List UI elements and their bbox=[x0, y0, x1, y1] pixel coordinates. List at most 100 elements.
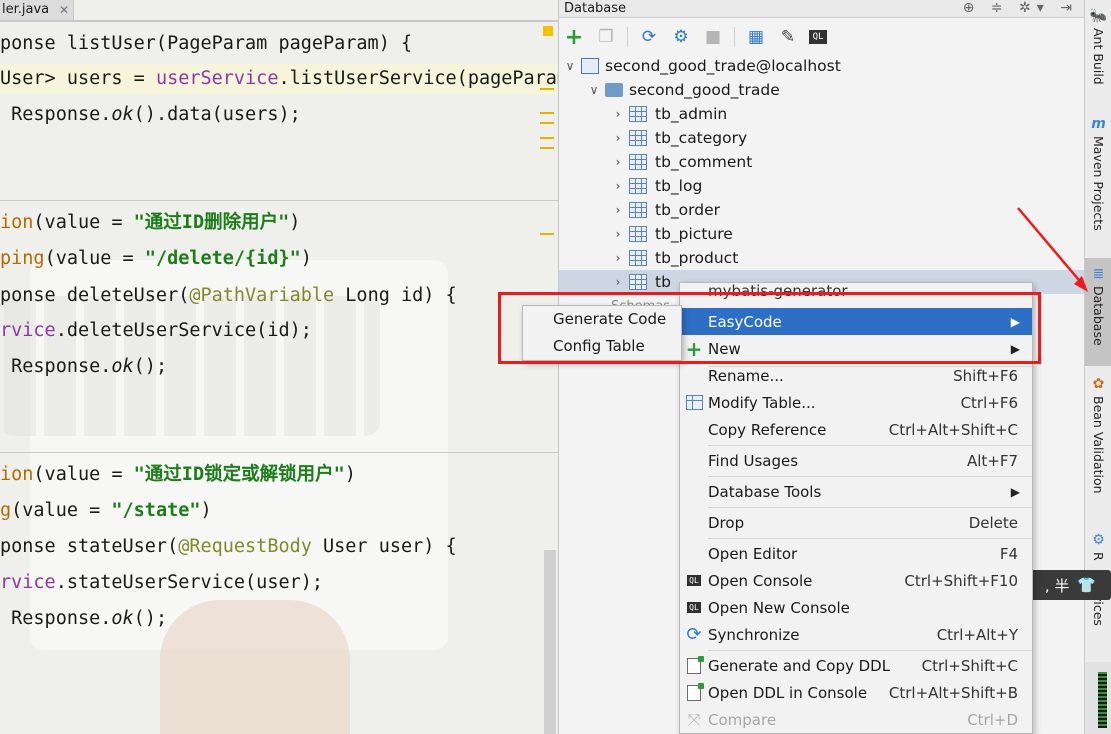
panel-title-icons[interactable]: ⊕ ≑ ✲▾ ⇥ bbox=[963, 0, 1078, 16]
plus-icon: + bbox=[685, 336, 703, 361]
refresh-icon[interactable]: ⟳ bbox=[638, 26, 660, 48]
code-line[interactable]: g(value = "/state") bbox=[0, 498, 212, 524]
copy-icon[interactable]: ❐ bbox=[595, 26, 617, 48]
tree-schema[interactable]: ∨ second_good_trade bbox=[587, 78, 780, 102]
tool-tab-label: Ant Build bbox=[1091, 28, 1106, 85]
tool-tab-maven[interactable]: m Maven Projects bbox=[1085, 116, 1111, 231]
menu-item-open-editor[interactable]: Open Editor F4 bbox=[680, 540, 1032, 567]
tool-tab-database[interactable]: ≣ Database bbox=[1085, 258, 1111, 366]
editor-scrollbar[interactable] bbox=[544, 550, 556, 734]
stop-icon[interactable]: ■ bbox=[702, 26, 724, 48]
tool-tab-bean-validation[interactable]: ✿ Bean Validation bbox=[1085, 376, 1111, 494]
chevron-right-icon[interactable]: › bbox=[611, 107, 625, 121]
menu-separator bbox=[708, 538, 1032, 539]
properties-icon[interactable]: ⚙ bbox=[670, 26, 692, 48]
chevron-right-icon[interactable]: › bbox=[611, 155, 625, 169]
tree-table[interactable]: › tb_order bbox=[611, 198, 720, 222]
tree-table[interactable]: › tb_product bbox=[611, 246, 739, 270]
table-icon bbox=[680, 395, 708, 410]
menu-item-open-new-console[interactable]: QL Open New Console bbox=[680, 594, 1032, 621]
menu-item-drop[interactable]: Drop Delete bbox=[680, 509, 1032, 536]
menu-item-database-tools[interactable]: Database Tools ▶ bbox=[680, 478, 1032, 505]
chevron-down-icon[interactable]: ∨ bbox=[563, 59, 577, 73]
code-line[interactable]: ion(value = "通过ID锁定或解锁用户") bbox=[0, 462, 356, 488]
chevron-right-icon: ▶ bbox=[1010, 484, 1020, 499]
shirt-icon[interactable]: 👕 bbox=[1077, 576, 1096, 594]
menu-item-generate-copy-ddl[interactable]: Generate and Copy DDL Ctrl+Shift+C bbox=[680, 652, 1032, 679]
menu-item-modify-table[interactable]: Modify Table... Ctrl+F6 bbox=[680, 389, 1032, 416]
code-line[interactable]: Response.ok(); bbox=[0, 606, 167, 632]
tree-table[interactable]: › tb_comment bbox=[611, 150, 753, 174]
table-label: tb_product bbox=[655, 249, 739, 267]
code-line[interactable]: Response.ok(); bbox=[0, 354, 167, 380]
menu-item-rename[interactable]: Rename... Shift+F6 bbox=[680, 362, 1032, 389]
memory-bars bbox=[1098, 672, 1107, 728]
chevron-right-icon[interactable]: › bbox=[611, 275, 625, 289]
right-tool-strip: 🐜 Ant Build m Maven Projects ≣ Database … bbox=[1084, 0, 1111, 734]
gutter-mark bbox=[540, 147, 554, 149]
table-icon[interactable]: ▦ bbox=[745, 26, 767, 48]
submenu-item-generate-code[interactable]: Generate Code bbox=[523, 306, 681, 333]
console-icon[interactable]: QL bbox=[809, 30, 827, 44]
table-label: tb_comment bbox=[655, 153, 753, 171]
code-line[interactable]: rvice.deleteUserService(id); bbox=[0, 318, 312, 344]
database-icon: ≣ bbox=[1092, 266, 1105, 282]
tree-table[interactable]: › tb_category bbox=[611, 126, 748, 150]
tool-tab-ant-build[interactable]: 🐜 Ant Build bbox=[1085, 8, 1111, 85]
tool-tab-services[interactable]: ⚙ R bbox=[1085, 532, 1111, 561]
editor-tab[interactable]: ler.java ✕ bbox=[0, 0, 74, 20]
code-line[interactable]: User> users = userService.listUserServic… bbox=[0, 66, 558, 92]
ant-icon: 🐜 bbox=[1089, 8, 1108, 24]
table-label: tb_log bbox=[655, 177, 703, 195]
menu-item-mybatis-generator[interactable]: mybatis-generator bbox=[680, 283, 1032, 302]
database-toolbar: + ❐ ⟳ ⚙ ■ ▦ ✎ QL bbox=[563, 22, 827, 52]
chevron-right-icon: ▶ bbox=[1010, 314, 1020, 329]
menu-item-compare: ⤧ Compare Ctrl+D bbox=[680, 706, 1032, 733]
chevron-down-icon[interactable]: ∨ bbox=[587, 83, 601, 97]
gutter-mark bbox=[540, 122, 554, 124]
add-icon[interactable]: + bbox=[563, 25, 585, 50]
close-icon[interactable]: ✕ bbox=[59, 0, 69, 20]
console-icon: QL bbox=[687, 575, 701, 586]
tool-tab-label: Database bbox=[1091, 286, 1106, 346]
chevron-right-icon[interactable]: › bbox=[611, 251, 625, 265]
tree-connection[interactable]: ∨ second_good_trade@localhost bbox=[563, 54, 841, 78]
code-line[interactable]: rvice.stateUserService(user); bbox=[0, 570, 323, 596]
menu-item-find-usages[interactable]: Find Usages Alt+F7 bbox=[680, 447, 1032, 474]
code-editor[interactable]: ler.java ✕ ponse listUser(PageParam page… bbox=[0, 0, 558, 734]
gutter-mark bbox=[540, 112, 554, 114]
code-line[interactable]: ponse stateUser(@RequestBody User user) … bbox=[0, 534, 457, 560]
menu-item-synchronize[interactable]: ⟳ Synchronize Ctrl+Alt+Y bbox=[680, 621, 1032, 648]
code-line[interactable]: ping(value = "/delete/{id}") bbox=[0, 246, 312, 272]
edit-icon[interactable]: ✎ bbox=[777, 26, 799, 48]
table-label: tb_category bbox=[655, 129, 748, 147]
ime-toolbar[interactable]: , 半 👕 bbox=[1030, 570, 1111, 600]
chevron-right-icon[interactable]: › bbox=[611, 179, 625, 193]
tree-table[interactable]: › tb_picture bbox=[611, 222, 733, 246]
table-label: tb bbox=[655, 273, 671, 291]
chevron-right-icon[interactable]: › bbox=[611, 227, 625, 241]
menu-item-new[interactable]: + New ▶ bbox=[680, 335, 1032, 362]
menu-item-copy-reference[interactable]: Copy Reference Ctrl+Alt+Shift+C bbox=[680, 416, 1032, 443]
tree-table[interactable]: › tb_log bbox=[611, 174, 703, 198]
tab-divider bbox=[0, 20, 558, 22]
chevron-right-icon[interactable]: › bbox=[611, 203, 625, 217]
tree-table-selected[interactable]: › tb bbox=[611, 270, 671, 294]
tree-table[interactable]: › tb_admin bbox=[611, 102, 728, 126]
menu-item-open-ddl-console[interactable]: Open DDL in Console Ctrl+Alt+Shift+B bbox=[680, 679, 1032, 706]
submenu-item-config-table[interactable]: Config Table bbox=[523, 333, 681, 360]
method-separator bbox=[0, 200, 558, 201]
table-icon bbox=[629, 106, 647, 122]
tool-tab-label: Bean Validation bbox=[1091, 396, 1106, 494]
code-line[interactable]: ion(value = "通过ID删除用户") bbox=[0, 210, 300, 236]
code-line[interactable]: Response.ok().data(users); bbox=[0, 102, 301, 128]
menu-item-easycode[interactable]: EasyCode ▶ bbox=[680, 308, 1032, 335]
maven-icon: m bbox=[1091, 116, 1106, 132]
menu-item-open-console[interactable]: QL Open Console Ctrl+Shift+F10 bbox=[680, 567, 1032, 594]
code-line[interactable]: ponse deleteUser(@PathVariable Long id) … bbox=[0, 283, 457, 309]
context-menu: mybatis-generator EasyCode ▶ + New ▶ Rename… bbox=[679, 282, 1033, 734]
code-line[interactable]: ponse listUser(PageParam pageParam) { bbox=[0, 31, 412, 57]
table-icon bbox=[629, 154, 647, 170]
warning-marker[interactable] bbox=[543, 26, 553, 36]
chevron-right-icon[interactable]: › bbox=[611, 131, 625, 145]
